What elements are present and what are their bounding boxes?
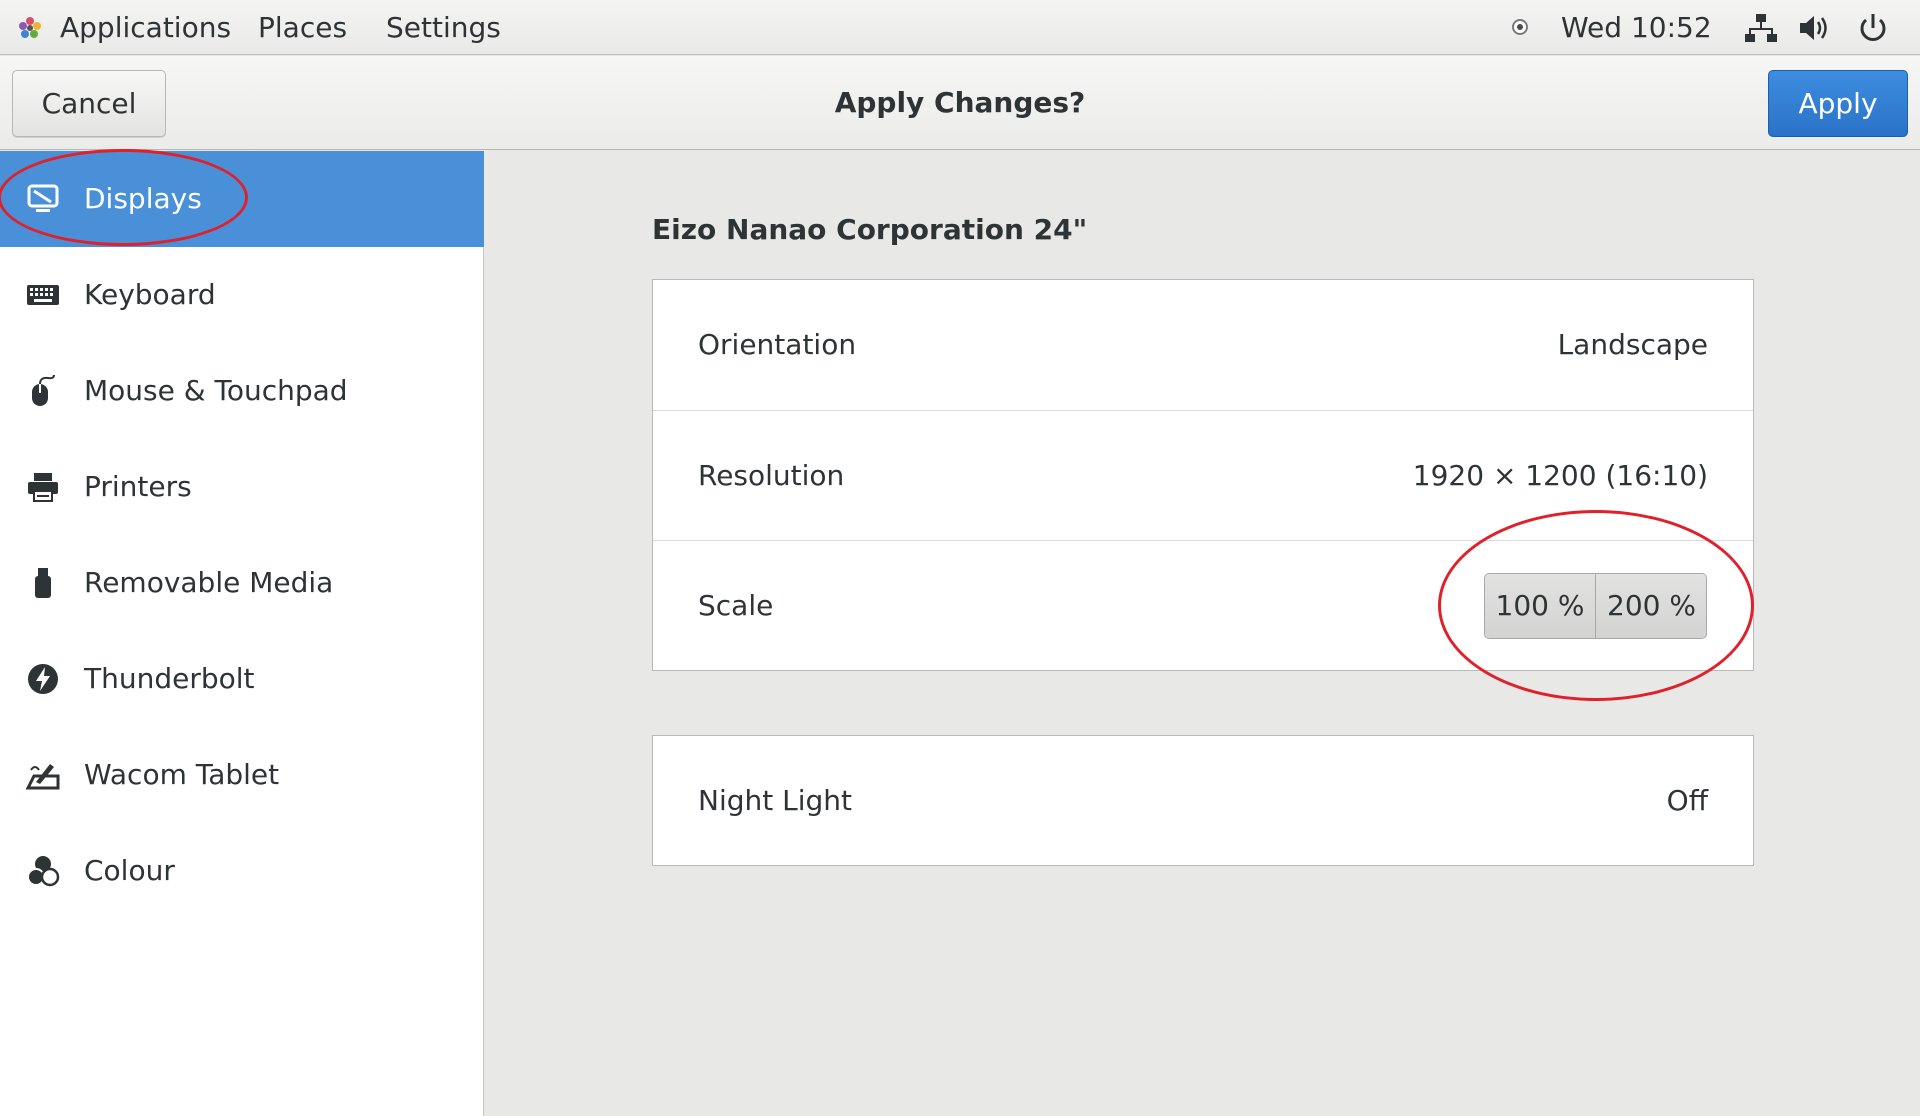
dialog-title: Apply Changes?: [834, 86, 1086, 119]
sidebar-item-mouse-touchpad[interactable]: Mouse & Touchpad: [0, 343, 484, 439]
sidebar-item-label: Colour: [84, 854, 175, 887]
display-icon: [27, 184, 59, 212]
usb-drive-icon: [35, 568, 51, 598]
settings-sidebar: Displays Keyboard Mouse & Touchpad Print…: [0, 151, 484, 1116]
sidebar-item-label: Removable Media: [84, 566, 334, 599]
scale-row: Scale 100 % 200 %: [653, 540, 1753, 670]
monitor-name: Eizo Nanao Corporation 24": [652, 213, 1088, 246]
network-icon[interactable]: [1744, 12, 1778, 44]
scale-200-button[interactable]: 200 %: [1596, 574, 1706, 638]
applications-menu[interactable]: Applications: [60, 0, 231, 55]
night-light-panel: Night Light Off: [652, 735, 1754, 866]
night-light-label: Night Light: [698, 784, 852, 817]
sidebar-item-label: Displays: [84, 182, 202, 215]
resolution-value: 1920 × 1200 (16:10): [1412, 459, 1708, 492]
sidebar-item-label: Thunderbolt: [84, 662, 255, 695]
sidebar-item-keyboard[interactable]: Keyboard: [0, 247, 484, 343]
thunderbolt-icon: [28, 664, 58, 694]
sidebar-item-label: Printers: [84, 470, 192, 503]
cancel-button[interactable]: Cancel: [12, 70, 166, 137]
apps-logo-icon[interactable]: [16, 14, 44, 42]
sidebar-item-removable-media[interactable]: Removable Media: [0, 535, 484, 631]
scale-label: Scale: [698, 589, 774, 622]
apply-button[interactable]: Apply: [1768, 70, 1908, 137]
sidebar-item-colour[interactable]: Colour: [0, 823, 484, 919]
tablet-icon: [26, 764, 60, 790]
orientation-value: Landscape: [1557, 328, 1708, 361]
header-bar: Apply Changes? Cancel Apply: [0, 56, 1920, 150]
clock[interactable]: Wed 10:52: [1561, 0, 1712, 55]
sidebar-item-displays[interactable]: Displays: [0, 151, 484, 247]
resolution-row[interactable]: Resolution 1920 × 1200 (16:10): [653, 410, 1753, 540]
top-panel: Applications Places Settings Wed 10:52: [0, 0, 1920, 55]
sidebar-item-label: Keyboard: [84, 278, 216, 311]
mouse-icon: [32, 374, 55, 406]
power-icon[interactable]: [1856, 12, 1890, 44]
night-light-value: Off: [1666, 784, 1708, 817]
settings-menu[interactable]: Settings: [386, 0, 501, 55]
sidebar-item-label: Mouse & Touchpad: [84, 374, 348, 407]
resolution-label: Resolution: [698, 459, 845, 492]
tray-indicator-icon[interactable]: [1512, 19, 1528, 35]
orientation-label: Orientation: [698, 328, 857, 361]
orientation-row[interactable]: Orientation Landscape: [653, 280, 1753, 410]
scale-toggle-group: 100 % 200 %: [1484, 573, 1707, 639]
night-light-row[interactable]: Night Light Off: [653, 736, 1753, 866]
keyboard-icon: [27, 285, 59, 305]
places-menu[interactable]: Places: [258, 0, 347, 55]
sidebar-item-label: Wacom Tablet: [84, 758, 280, 791]
sidebar-item-thunderbolt[interactable]: Thunderbolt: [0, 631, 484, 727]
colour-icon: [27, 856, 60, 887]
volume-icon[interactable]: [1797, 12, 1831, 44]
sidebar-item-printers[interactable]: Printers: [0, 439, 484, 535]
printer-icon: [28, 473, 58, 502]
display-settings-panel: Orientation Landscape Resolution 1920 × …: [652, 279, 1754, 671]
scale-100-button[interactable]: 100 %: [1485, 574, 1596, 638]
sidebar-item-wacom-tablet[interactable]: Wacom Tablet: [0, 727, 484, 823]
